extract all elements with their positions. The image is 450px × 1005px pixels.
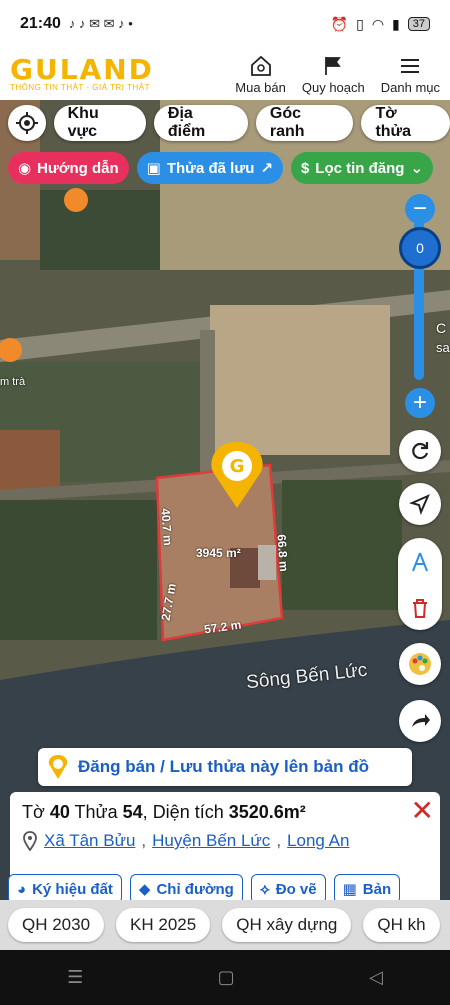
address-district-link[interactable]: Huyện Bến Lức (152, 831, 270, 851)
filter-dia-diem[interactable]: Địa điểm (153, 105, 248, 141)
chevron-down-icon: ⌄ (410, 160, 424, 177)
alarm-icon: ⏰ (330, 15, 349, 32)
minus-icon: − (412, 195, 427, 222)
plan-qh-xay-dung[interactable]: QH xây dựng (222, 908, 352, 942)
guide-label: Hướng dẫn (37, 159, 119, 177)
draw-tools (398, 538, 442, 630)
zoom-out-button[interactable]: − (405, 194, 435, 224)
action-label: Đo vẽ (275, 880, 317, 898)
action-label: Chỉ đường (156, 880, 234, 898)
measure-icon: ⟡ (259, 880, 270, 898)
to-label: Tờ (22, 802, 45, 822)
area-value: 3520.6m² (228, 802, 306, 822)
plan-qh-2030[interactable]: QH 2030 (8, 908, 105, 942)
logo-text: GULAND (10, 52, 154, 86)
address-province-link[interactable]: Long An (287, 831, 349, 851)
post-listing-banner[interactable]: Đăng bán / Lưu thửa này lên bản đồ (38, 748, 412, 786)
parcel-address: Xã Tân Bửu, Huyện Bến Lức, Long An (22, 831, 428, 851)
nav-quy-hoach[interactable]: Quy hoạch (302, 54, 365, 95)
guland-pin-icon (48, 755, 68, 779)
filter-row: Khu vực Địa điểm Góc ranh Tờ thửa (8, 105, 450, 141)
nav-label: Mua bán (235, 79, 286, 95)
map-label-sa: sa (436, 340, 450, 355)
refresh-icon (412, 442, 429, 460)
zoom-level-handle[interactable]: 0 (399, 227, 441, 269)
trash-icon[interactable] (409, 597, 431, 619)
nav-label: Quy hoạch (301, 79, 365, 95)
play-icon: ◉ (18, 160, 32, 177)
share-arrow-icon (412, 714, 430, 727)
share-button[interactable] (399, 700, 441, 742)
map-label-cafe: m trà (0, 376, 26, 388)
plan-qh-khac[interactable]: QH kh (363, 908, 440, 942)
action-label: Ký hiệu đất (32, 880, 113, 898)
arrow-up-right-icon: ↗ (260, 160, 273, 177)
location-marker-icon (23, 831, 37, 851)
parcel-area-label: 3945 m² (196, 546, 241, 560)
zoom-in-button[interactable]: + (405, 388, 435, 418)
my-location-button[interactable] (8, 105, 46, 141)
filter-goc-ranh[interactable]: Góc ranh (255, 105, 354, 141)
thua-value: 54 (122, 802, 143, 822)
house-search-icon (250, 55, 271, 76)
header-nav: Mua bán Quy hoạch Danh mục (235, 54, 440, 95)
android-nav-bar: ☰ ▢ ◁ (0, 950, 450, 1005)
system-icons: ⏰ ▯ ◠ ▮ 37 (331, 16, 430, 33)
area-label: Diện tích (152, 802, 224, 822)
navigation-arrow-icon (409, 494, 430, 515)
vibrate-icon: ▯ (356, 15, 364, 32)
address-ward-link[interactable]: Xã Tân Bửu (44, 831, 135, 851)
status-time: 21:40 (20, 15, 61, 32)
to-value: 40 (49, 802, 70, 822)
directions-icon: ◆ (138, 881, 151, 898)
recent-apps-icon[interactable]: ☰ (67, 967, 83, 988)
palette-icon: ◕ (17, 880, 27, 898)
parcel-dim-left: 40.7 m (158, 507, 175, 547)
table-icon: ▦ (342, 881, 357, 898)
filter-to-thua[interactable]: Tờ thửa (361, 105, 450, 141)
post-banner-text: Đăng bán / Lưu thửa này lên bản đồ (78, 757, 369, 776)
thua-label: Thửa (74, 802, 118, 822)
nav-label: Danh mục (380, 79, 440, 95)
action-label: Bản (362, 880, 392, 898)
close-icon[interactable]: ✕ (411, 794, 434, 827)
navigate-button[interactable] (399, 483, 441, 525)
map-label-c: C (436, 320, 447, 336)
home-icon[interactable]: ▢ (218, 967, 235, 988)
plan-kh-2025[interactable]: KH 2025 (116, 908, 211, 942)
guide-chip[interactable]: ◉ Hướng dẫn (8, 152, 129, 184)
back-icon[interactable]: ◁ (369, 967, 383, 988)
map-flag-icon (325, 56, 342, 75)
saved-label: Thửa đã lưu (166, 159, 255, 177)
filter-listings-chip[interactable]: $ Lọc tin đăng ⌄ (290, 152, 434, 184)
wifi-icon: ◠ (371, 15, 385, 32)
signal-icon: ▮ (392, 15, 400, 32)
notification-icons: ♪ ♪ ✉ ✉ ♪ • (68, 16, 133, 31)
bookmark-icon: ▣ (146, 160, 161, 177)
nav-danh-muc[interactable]: Danh mục (381, 54, 440, 95)
layer-style-button[interactable] (399, 643, 441, 685)
dollar-icon: $ (300, 159, 310, 177)
battery-icon: 37 (407, 17, 430, 31)
status-bar: 21:40 ♪ ♪ ✉ ✉ ♪ • ⏰ ▯ ◠ ▮ 37 (0, 0, 450, 48)
app-header: GULAND THÔNG TIN THẬT - GIÁ TRỊ THẬT Mua… (0, 48, 450, 100)
palette-icon (409, 653, 431, 675)
plus-icon: + (412, 389, 427, 416)
crosshair-icon (15, 112, 38, 134)
filter-label: Lọc tin đăng (315, 159, 405, 177)
measure-compass-icon[interactable] (408, 550, 432, 574)
guland-logo[interactable]: GULAND THÔNG TIN THẬT - GIÁ TRỊ THẬT (10, 52, 154, 92)
menu-icon (401, 58, 420, 73)
filter-khu-vuc[interactable]: Khu vực (53, 105, 146, 141)
svg-text:G: G (230, 456, 245, 477)
chip-row: ◉ Hướng dẫn ▣ Thửa đã lưu ↗ $ Lọc tin đă… (8, 152, 434, 184)
parcel-title: Tờ 40 Thửa 54, Diện tích 3520.6m² (22, 802, 306, 822)
saved-parcels-chip[interactable]: ▣ Thửa đã lưu ↗ (136, 152, 283, 184)
refresh-button[interactable] (399, 430, 441, 472)
logo-tagline: THÔNG TIN THẬT - GIÁ TRỊ THẬT (10, 82, 150, 92)
nav-mua-ban[interactable]: Mua bán (235, 54, 286, 95)
parcel-dim-right: 66.8 m (274, 533, 291, 573)
plan-layer-row: QH 2030 KH 2025 QH xây dựng QH kh (0, 900, 450, 950)
